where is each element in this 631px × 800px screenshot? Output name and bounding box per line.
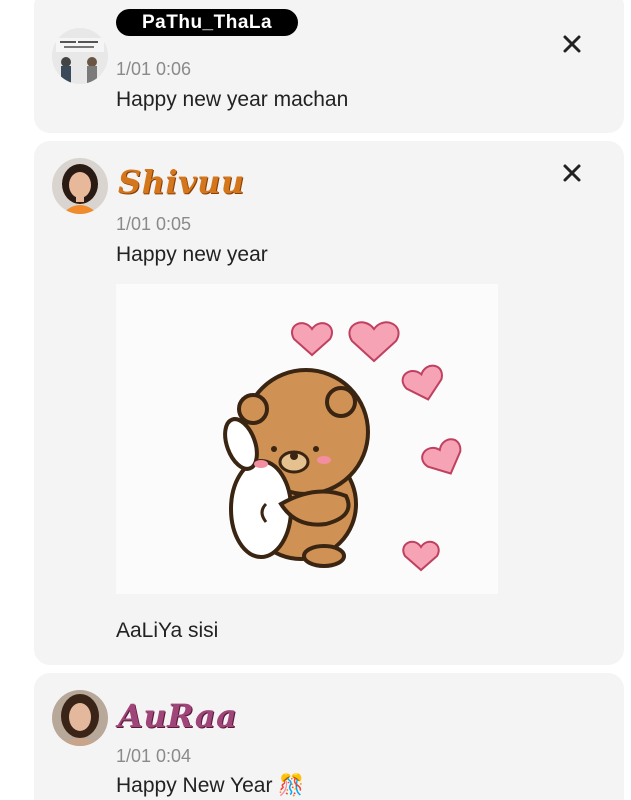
comment-feed: PaThu_ThaLa 1/01 0:06 Happy new year mac… [0, 0, 631, 800]
avatar-photo-icon [52, 690, 108, 746]
comment-text: Happy new year [116, 243, 268, 266]
bear-hugging-sticker[interactable] [116, 284, 498, 594]
avatar[interactable] [52, 158, 108, 214]
avatar[interactable] [52, 28, 108, 84]
timestamp: 1/01 0:05 [116, 214, 192, 234]
comment-text: Happy New Year 🎊 [116, 774, 304, 798]
comment-text-body: Happy New Year [116, 774, 273, 797]
avatar-photo-icon [52, 158, 108, 214]
confetti-icon: 🎊 [278, 774, 305, 797]
timestamp: 1/01 0:06 [116, 59, 192, 79]
avatar[interactable] [52, 690, 108, 746]
username[interactable]: AuRaa [118, 697, 237, 735]
comment-card: PaThu_ThaLa 1/01 0:06 Happy new year mac… [34, 0, 624, 133]
sticker-caption: AaLiYa sisi [116, 619, 219, 642]
username[interactable]: PaThu_ThaLa [116, 9, 299, 36]
close-icon[interactable] [562, 163, 582, 183]
comment-card: AuRaa 1/01 0:04 Happy New Year 🎊 [34, 673, 624, 800]
timestamp: 1/01 0:04 [116, 746, 192, 766]
comment-card: Shivuu 1/01 0:05 Happy new year AaLiYa s… [34, 141, 624, 665]
close-icon[interactable] [562, 34, 582, 54]
comment-text: Happy new year machan [116, 88, 349, 111]
avatar-photo-icon [52, 28, 108, 84]
username[interactable]: Shivuu [118, 163, 245, 201]
